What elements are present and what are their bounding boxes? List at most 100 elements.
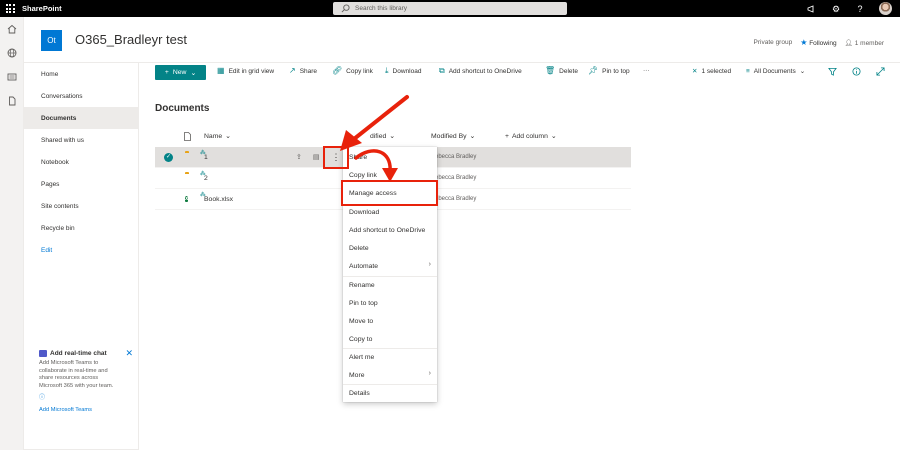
menu-item-rename[interactable]: Rename	[343, 276, 437, 294]
menu-item-move-to[interactable]: Move to	[343, 312, 437, 330]
column-header-modified-by[interactable]: Modified By ⌄	[431, 132, 475, 141]
menu-item-pin-to-top[interactable]: Pin to top	[343, 294, 437, 312]
details-icon[interactable]: ▤	[313, 153, 320, 161]
menu-item-add-shortcut[interactable]: Add shortcut to OneDrive	[343, 221, 437, 239]
share-button[interactable]: ↗ Share	[289, 67, 317, 75]
filter-icon[interactable]	[828, 67, 837, 76]
annotation-highlight-more-actions	[323, 146, 349, 169]
plus-icon: +	[164, 69, 169, 76]
column-headers: Name ⌄ dified ⌄ Modified By ⌄ + Add colu…	[139, 126, 632, 146]
news-icon[interactable]	[0, 65, 24, 89]
pin-icon: 📌︎	[588, 66, 599, 75]
edit-grid-label: Edit in grid view	[228, 67, 275, 75]
edit-grid-button[interactable]: ▦ Edit in grid view	[217, 67, 274, 75]
menu-item-alert-me[interactable]: Alert me	[343, 348, 437, 366]
site-logo[interactable]: Ot	[41, 30, 62, 51]
search-placeholder: Search this library	[355, 5, 408, 12]
site-header: Ot O365_Bradleyr test Private group ★ Fo…	[24, 17, 900, 63]
members-label: 1 member	[854, 39, 884, 47]
sidebar-item-notebook[interactable]: Notebook	[24, 151, 138, 173]
view-label: All Documents	[753, 67, 796, 75]
add-column-button[interactable]: + Add column ⌄	[505, 132, 557, 141]
search-icon	[341, 4, 350, 13]
teams-icon	[39, 350, 47, 357]
file-name[interactable]: Book.xlsx	[204, 196, 233, 203]
file-name[interactable]: 1	[204, 154, 208, 161]
column-modified-by-label: Modified By	[431, 132, 467, 140]
megaphone-icon[interactable]	[807, 4, 817, 14]
column-modified-label: dified	[370, 132, 387, 140]
following-button[interactable]: ★ Following	[800, 38, 836, 47]
chevron-right-icon: ›	[428, 261, 431, 268]
view-switcher[interactable]: ≡ All Documents ⌄	[746, 67, 805, 76]
members-button[interactable]: 👤︎ 1 member	[845, 39, 884, 47]
sidebar-item-shared-with-us[interactable]: Shared with us	[24, 129, 138, 151]
share-label: Share	[299, 67, 318, 75]
copy-link-label: Copy link	[346, 67, 373, 75]
list-icon: ≡	[746, 67, 750, 75]
command-bar: + New ⌄ ▦ Edit in grid view ↗ Share 🔗︎ C…	[139, 63, 900, 82]
sidebar-item-pages[interactable]: Pages	[24, 173, 138, 195]
share-icon[interactable]: ⇪	[296, 153, 302, 161]
privacy-label: Private group	[753, 39, 793, 46]
modified-by: ebecca Bradley	[435, 175, 477, 181]
expand-icon[interactable]	[876, 67, 885, 76]
sidebar-item-conversations[interactable]: Conversations	[24, 85, 138, 107]
site-title[interactable]: O365_Bradleyr test	[75, 32, 187, 47]
checkmark-icon[interactable]: ✓	[164, 153, 173, 162]
delete-button[interactable]: 🗑︎ Delete	[545, 67, 578, 75]
more-commands-button[interactable]: ···	[643, 67, 650, 74]
chevron-down-icon: ⌄	[190, 69, 197, 77]
add-teams-link[interactable]: Add Microsoft Teams	[39, 407, 135, 413]
menu-item-copy-to[interactable]: Copy to	[343, 330, 437, 348]
add-shortcut-label: Add shortcut to OneDrive	[448, 67, 522, 75]
menu-item-more[interactable]: More ›	[343, 366, 437, 384]
sidebar-item-documents[interactable]: Documents	[24, 107, 138, 129]
chevron-down-icon: ⌄	[225, 133, 231, 140]
add-column-label: Add column	[511, 132, 548, 140]
sidebar-item-site-contents[interactable]: Site contents	[24, 195, 138, 217]
download-button[interactable]: ⤓ Download	[385, 67, 421, 75]
shortcut-icon: ⧉	[439, 66, 445, 75]
plus-icon: +	[505, 132, 509, 140]
selected-label: 1 selected	[701, 67, 732, 75]
close-icon[interactable]: ✕	[125, 348, 133, 359]
app-launcher-icon[interactable]	[0, 0, 20, 17]
column-header-name[interactable]: Name ⌄	[204, 132, 231, 141]
menu-item-share[interactable]: Share	[343, 148, 437, 166]
download-icon: ⤓	[385, 66, 389, 75]
help-icon[interactable]: ?	[855, 4, 865, 14]
menu-item-delete[interactable]: Delete	[343, 239, 437, 257]
column-header-modified[interactable]: dified ⌄	[370, 132, 395, 141]
more-label: ···	[643, 67, 650, 74]
info-icon[interactable]	[852, 67, 861, 76]
file-name[interactable]: 2	[204, 175, 208, 182]
search-input[interactable]: Search this library	[333, 2, 567, 15]
teams-card-title: Add real-time chat	[50, 350, 107, 357]
annotation-highlight-manage-access	[341, 180, 438, 206]
add-shortcut-button[interactable]: ⧉ Add shortcut to OneDrive	[439, 67, 522, 75]
column-name-label: Name	[204, 132, 223, 140]
globe-icon[interactable]	[0, 41, 24, 65]
sidebar-item-recycle-bin[interactable]: Recycle bin	[24, 217, 138, 239]
app-name[interactable]: SharePoint	[22, 4, 62, 13]
info-icon[interactable]: ⓘ	[39, 392, 135, 401]
avatar[interactable]	[879, 2, 892, 15]
file-icon[interactable]	[0, 89, 24, 113]
copy-link-button[interactable]: 🔗︎ Copy link	[332, 67, 373, 75]
link-icon: 🔗︎	[332, 66, 343, 75]
gear-icon[interactable]: ⚙	[831, 4, 841, 14]
menu-item-details[interactable]: Details	[343, 384, 437, 402]
selection-indicator[interactable]: ✕ 1 selected	[692, 67, 732, 76]
sidebar-item-home[interactable]: Home	[24, 63, 138, 85]
library-heading: Documents	[155, 103, 210, 114]
menu-item-automate-label: Automate	[349, 262, 379, 270]
new-button[interactable]: + New ⌄	[155, 65, 206, 80]
pin-to-top-button[interactable]: 📌︎ Pin to top	[588, 67, 630, 75]
file-type-icon[interactable]	[184, 132, 191, 141]
download-label: Download	[392, 67, 422, 75]
menu-item-automate[interactable]: Automate ›	[343, 257, 437, 275]
home-icon[interactable]	[0, 17, 24, 41]
chevron-down-icon: ⌄	[550, 133, 557, 140]
edit-nav-link[interactable]: Edit	[24, 239, 138, 261]
